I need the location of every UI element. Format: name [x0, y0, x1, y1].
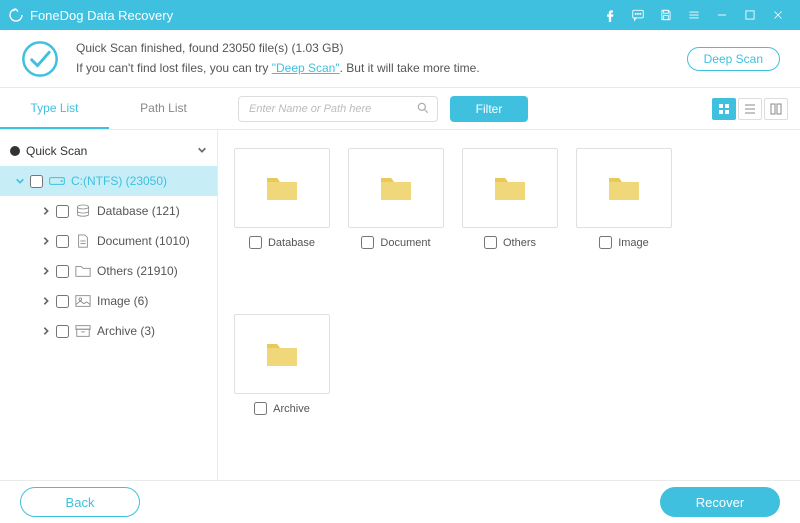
folder-checkbox[interactable]: [484, 236, 497, 249]
folder-thumb: [234, 148, 330, 228]
back-button[interactable]: Back: [20, 487, 140, 517]
search-wrap: [238, 96, 438, 122]
folder-icon: [265, 340, 299, 368]
folder-icon: [379, 174, 413, 202]
tree-root-label: Quick Scan: [26, 144, 197, 158]
folder-label: Document: [380, 237, 430, 249]
checkmark-icon: [20, 39, 60, 79]
tree-checkbox[interactable]: [56, 205, 69, 218]
menu-icon[interactable]: [680, 0, 708, 30]
sidebar-tree: Quick Scan C:(NTFS) (23050) Database (12…: [0, 130, 218, 480]
list-tabs: Type List Path List: [0, 88, 218, 129]
minimize-button[interactable]: [708, 0, 736, 30]
tree-item-label: Others (21910): [97, 264, 178, 278]
document-icon: [75, 234, 91, 248]
folder-others[interactable]: Others: [462, 148, 558, 249]
folder-thumb: [576, 148, 672, 228]
search-input[interactable]: [238, 96, 438, 122]
tab-path-list[interactable]: Path List: [109, 88, 218, 129]
deep-scan-link[interactable]: "Deep Scan": [272, 61, 340, 75]
search-icon[interactable]: [416, 101, 430, 115]
tab-type-list[interactable]: Type List: [0, 88, 109, 129]
folder-checkbox[interactable]: [249, 236, 262, 249]
tree-item-label: Image (6): [97, 294, 148, 308]
folder-checkbox[interactable]: [599, 236, 612, 249]
folder-icon: [265, 174, 299, 202]
folder-icon: [607, 174, 641, 202]
recover-button[interactable]: Recover: [660, 487, 780, 517]
tree-root-quickscan[interactable]: Quick Scan: [0, 136, 217, 166]
tree-drive-label: C:(NTFS) (23050): [71, 174, 167, 188]
folder-grid: Database Document Others Image Archive: [218, 130, 800, 480]
folder-icon: [75, 264, 91, 278]
folder-archive[interactable]: Archive: [234, 314, 330, 415]
save-icon[interactable]: [652, 0, 680, 30]
tree-item-database[interactable]: Database (121): [0, 196, 217, 226]
tree-item-archive[interactable]: Archive (3): [0, 316, 217, 346]
tree-item-label: Database (121): [97, 204, 180, 218]
folder-document[interactable]: Document: [348, 148, 444, 249]
view-grid-button[interactable]: [712, 98, 736, 120]
deep-scan-button[interactable]: Deep Scan: [687, 47, 780, 71]
folder-label: Archive: [273, 403, 310, 415]
view-detail-button[interactable]: [764, 98, 788, 120]
app-title: FoneDog Data Recovery: [30, 8, 173, 23]
tree-checkbox[interactable]: [30, 175, 43, 188]
scan-messages: Quick Scan finished, found 23050 file(s)…: [76, 39, 687, 77]
tree-item-label: Archive (3): [97, 324, 155, 338]
folder-label: Others: [503, 237, 536, 249]
chevron-right-icon[interactable]: [36, 296, 56, 306]
tree-checkbox[interactable]: [56, 235, 69, 248]
tree-item-image[interactable]: Image (6): [0, 286, 217, 316]
close-button[interactable]: [764, 0, 792, 30]
folder-thumb: [462, 148, 558, 228]
titlebar: FoneDog Data Recovery: [0, 0, 800, 30]
chevron-right-icon[interactable]: [36, 236, 56, 246]
refresh-icon: [8, 7, 24, 23]
tree-checkbox[interactable]: [56, 325, 69, 338]
drive-icon: [49, 174, 65, 188]
database-icon: [75, 204, 91, 218]
tree-drive-c[interactable]: C:(NTFS) (23050): [0, 166, 217, 196]
tree-item-document[interactable]: Document (1010): [0, 226, 217, 256]
main-body: Quick Scan C:(NTFS) (23050) Database (12…: [0, 130, 800, 480]
archive-icon: [75, 324, 91, 338]
feedback-icon[interactable]: [624, 0, 652, 30]
chevron-right-icon[interactable]: [36, 326, 56, 336]
chevron-down-icon[interactable]: [10, 176, 30, 186]
toolbar: Type List Path List Filter: [0, 88, 800, 130]
image-icon: [75, 294, 91, 308]
tree-checkbox[interactable]: [56, 295, 69, 308]
folder-image[interactable]: Image: [576, 148, 672, 249]
footer: Back Recover: [0, 480, 800, 523]
maximize-button[interactable]: [736, 0, 764, 30]
folder-thumb: [348, 148, 444, 228]
folder-label: Database: [268, 237, 315, 249]
chevron-right-icon[interactable]: [36, 206, 56, 216]
view-mode-group: [712, 98, 788, 120]
folder-database[interactable]: Database: [234, 148, 330, 249]
scan-status-line: Quick Scan finished, found 23050 file(s)…: [76, 39, 687, 58]
chevron-right-icon[interactable]: [36, 266, 56, 276]
app-logo: FoneDog Data Recovery: [8, 7, 173, 23]
tree-checkbox[interactable]: [56, 265, 69, 278]
tree-item-label: Document (1010): [97, 234, 190, 248]
folder-icon: [493, 174, 527, 202]
facebook-icon[interactable]: [596, 0, 624, 30]
folder-label: Image: [618, 237, 649, 249]
folder-thumb: [234, 314, 330, 394]
chevron-down-icon[interactable]: [197, 144, 207, 158]
tree-item-others[interactable]: Others (21910): [0, 256, 217, 286]
scan-hint-line: If you can't find lost files, you can tr…: [76, 59, 687, 78]
scan-info-bar: Quick Scan finished, found 23050 file(s)…: [0, 30, 800, 88]
bullet-icon: [10, 146, 20, 156]
filter-button[interactable]: Filter: [450, 96, 528, 122]
view-list-button[interactable]: [738, 98, 762, 120]
folder-checkbox[interactable]: [254, 402, 267, 415]
folder-checkbox[interactable]: [361, 236, 374, 249]
